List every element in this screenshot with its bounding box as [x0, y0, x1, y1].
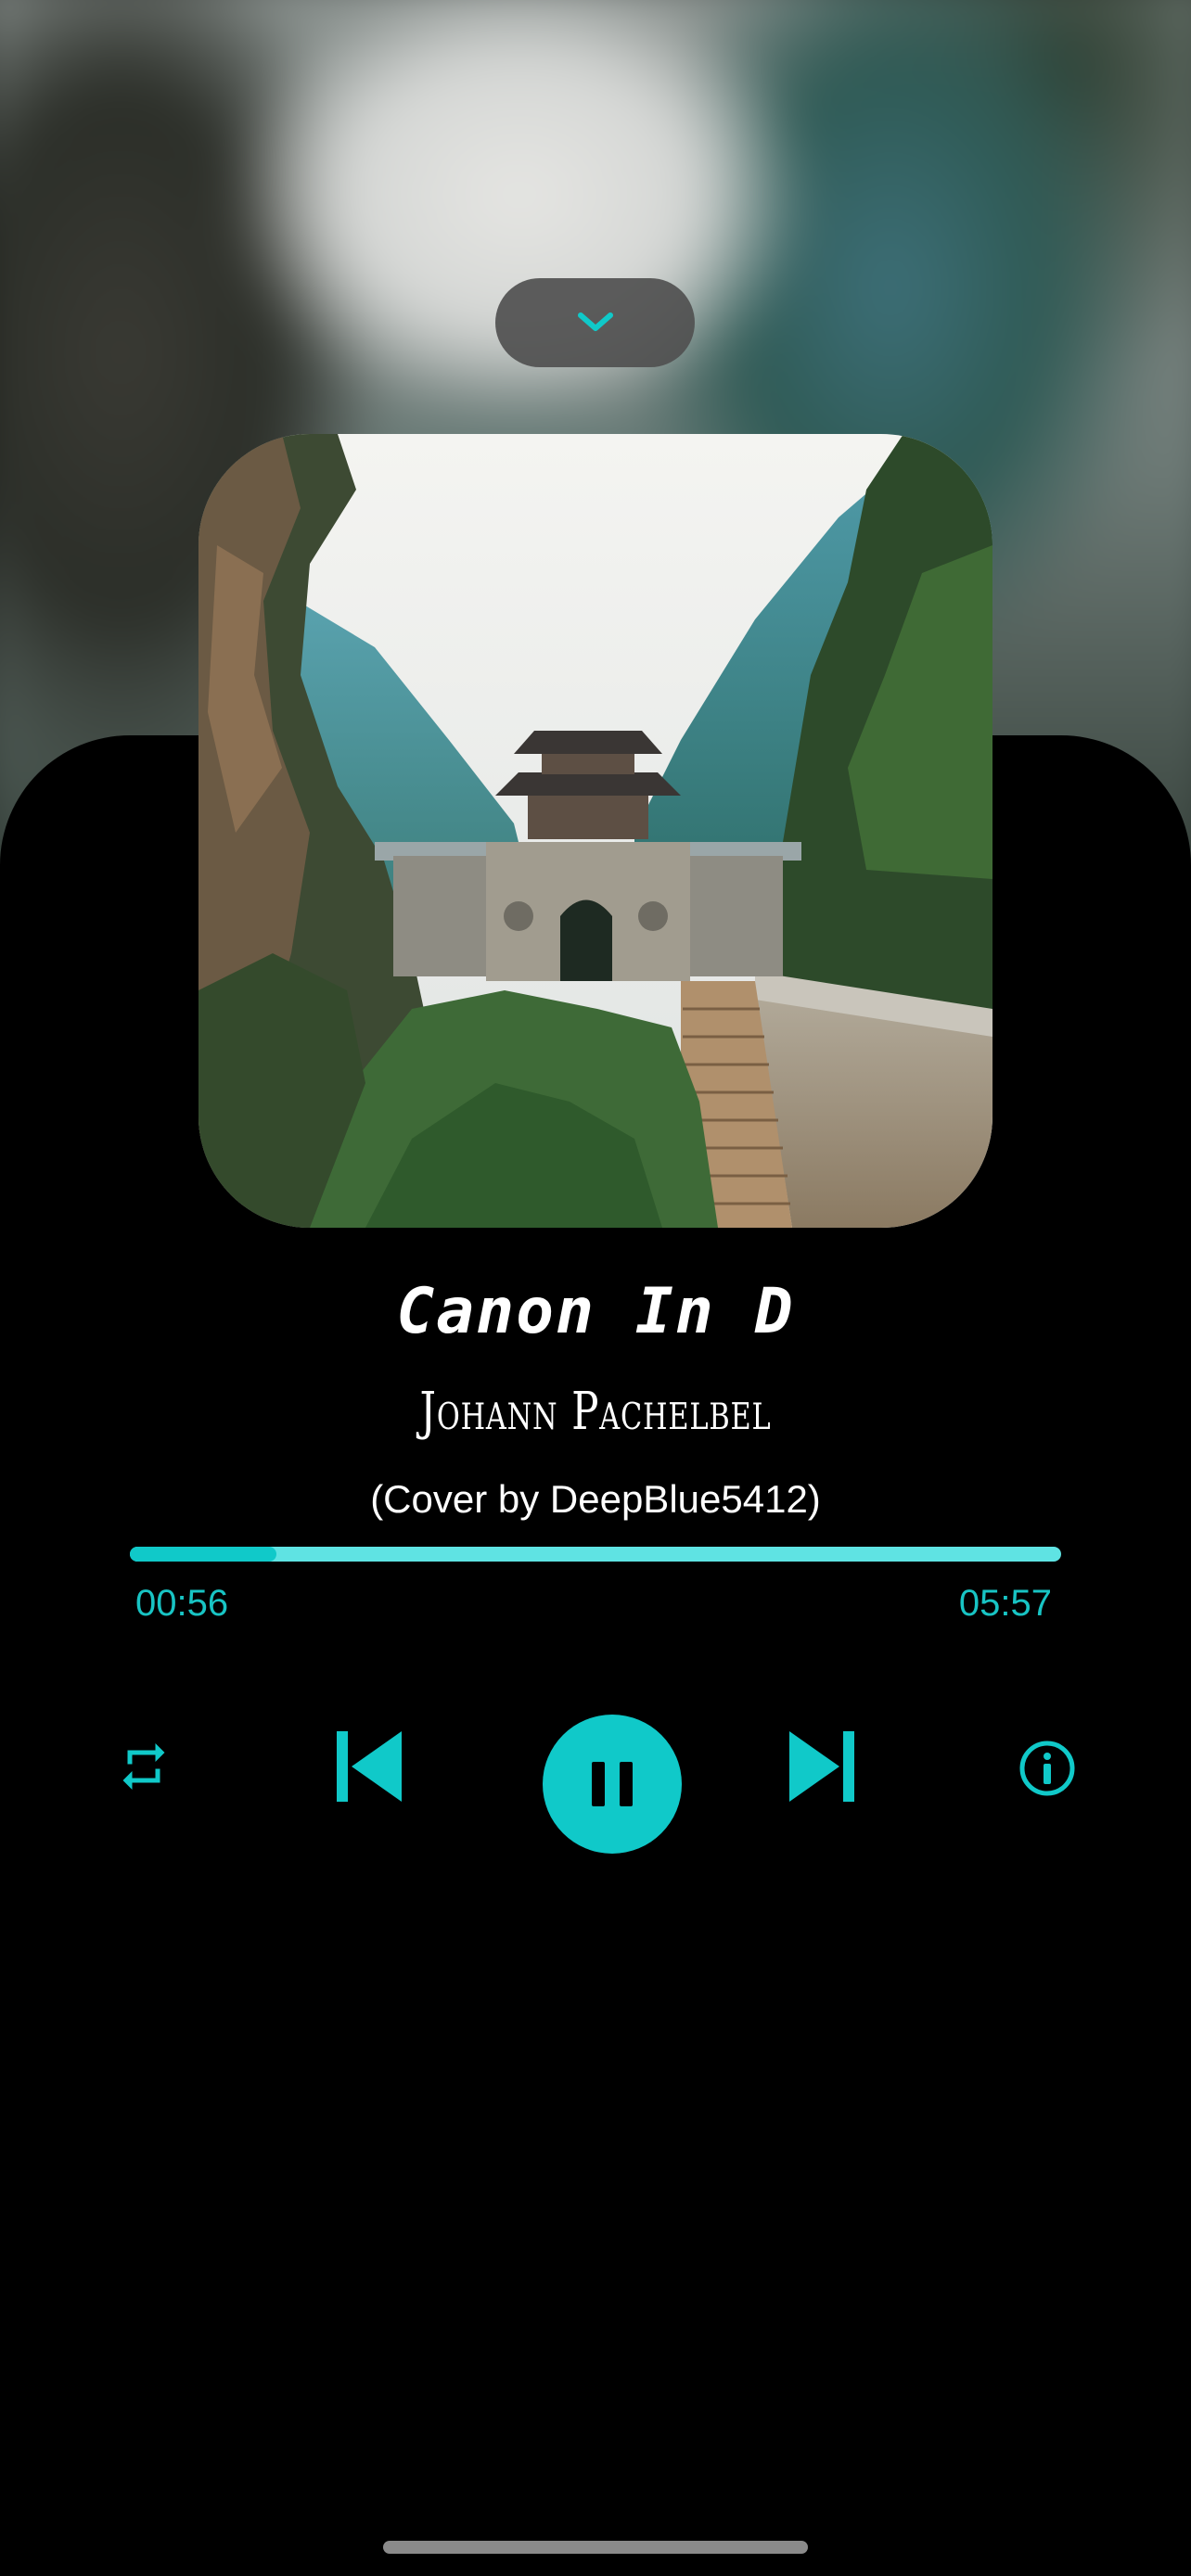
- pause-icon: [592, 1762, 633, 1806]
- info-icon: [1019, 1741, 1075, 1796]
- album-art: [198, 434, 992, 1228]
- repeat-button[interactable]: [111, 1734, 176, 1799]
- next-button[interactable]: [781, 1725, 864, 1808]
- chevron-down-icon: [577, 312, 613, 331]
- progress-fill: [130, 1547, 276, 1562]
- previous-button[interactable]: [327, 1725, 410, 1808]
- info-button[interactable]: [1015, 1736, 1080, 1801]
- total-duration: 05:57: [958, 1583, 1052, 1624]
- repeat-icon: [122, 1743, 165, 1790]
- track-subtitle: (Cover by DeepBlue5412): [370, 1477, 821, 1521]
- collapse-button[interactable]: [495, 278, 695, 367]
- track-artist: Johann Pachelbel: [419, 1382, 772, 1442]
- skip-previous-icon: [337, 1731, 402, 1802]
- progress-slider[interactable]: [130, 1547, 1061, 1562]
- elapsed-time: 00:56: [135, 1583, 229, 1624]
- home-indicator[interactable]: [383, 2541, 808, 2554]
- skip-next-icon: [789, 1731, 854, 1802]
- pause-button[interactable]: [543, 1715, 682, 1854]
- track-title: Canon In D: [396, 1275, 795, 1348]
